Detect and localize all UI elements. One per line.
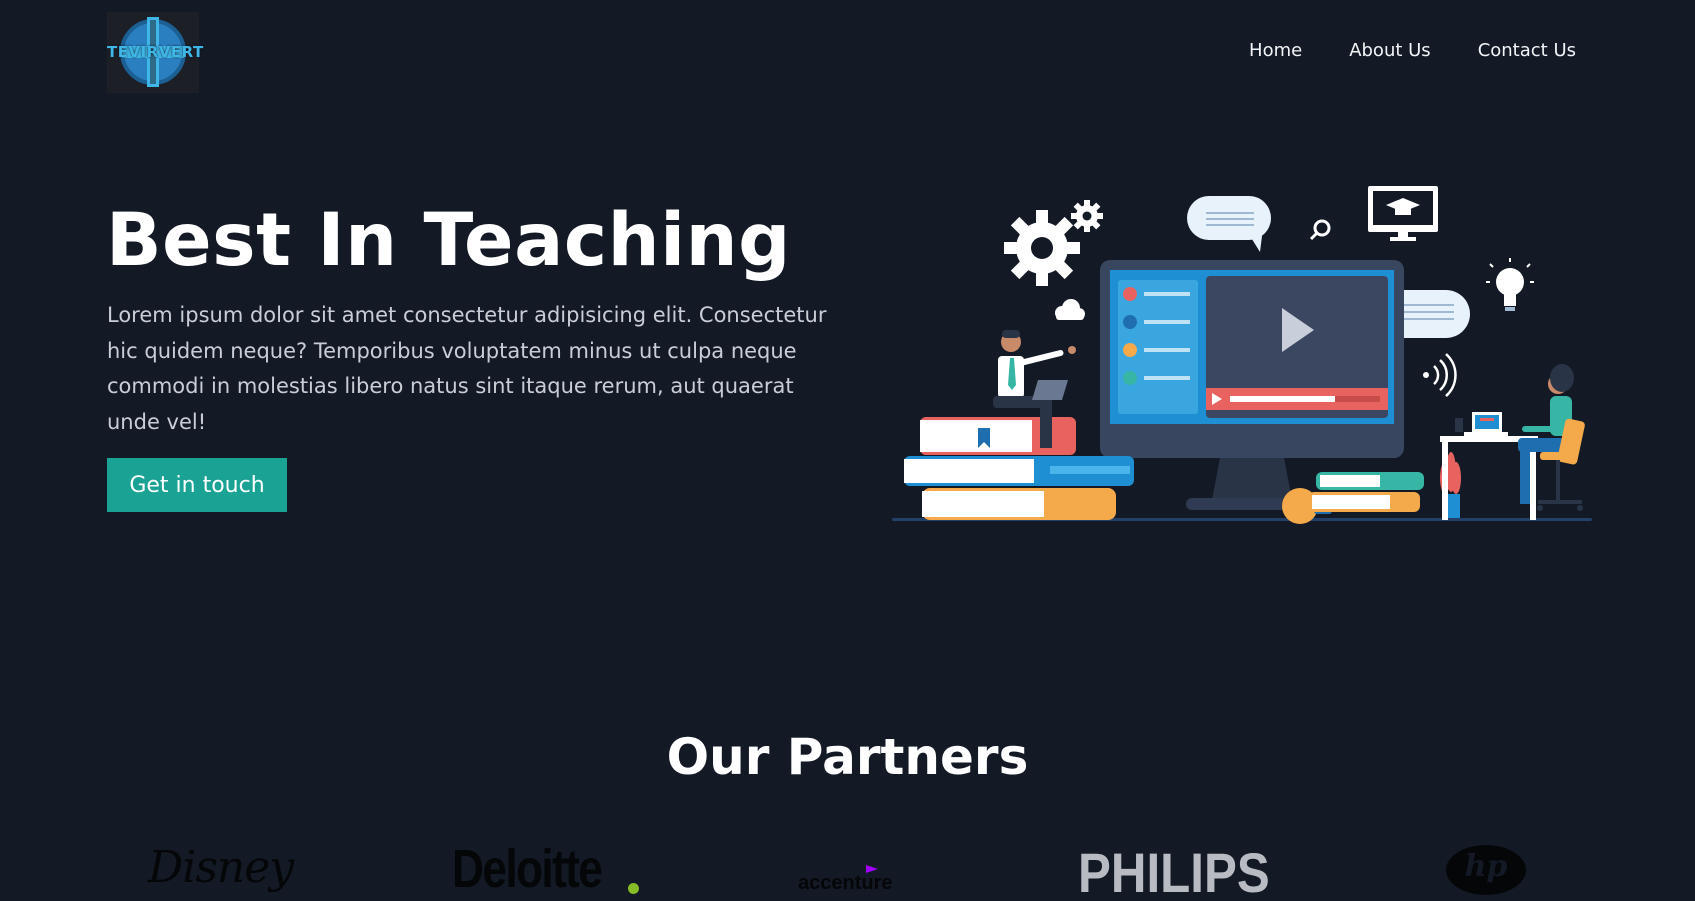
hp-logo-text: hp [1464,849,1508,884]
hero-title: Best In Teaching [106,198,791,283]
deloitte-dot-icon [628,883,639,894]
search-icon [1309,219,1331,241]
philips-logo: PHILIPS [1078,841,1270,901]
chat-bubble-icon [1187,196,1271,252]
cloud-icon [1055,299,1085,320]
partners-title: Our Partners [666,728,1029,786]
gear-large-icon [1004,210,1080,286]
small-book-stack [1308,472,1424,512]
accenture-logo: accenture [798,872,893,894]
landing-page: TEVIRVERT Home About Us Contact Us Best … [0,0,1695,901]
nav-about-link[interactable]: About Us [1349,40,1431,61]
logo-text: TEVIRVERT [107,43,204,61]
gear-small-icon [1071,200,1103,232]
wifi-signal-icon [1423,353,1457,397]
hp-logo: hp [1446,845,1526,895]
nav-home-link[interactable]: Home [1249,40,1302,61]
hero-description: Lorem ipsum dolor sit amet consectetur a… [107,303,827,434]
disney-logo: Disney [148,842,294,893]
book-stack [904,417,1134,520]
nav-contact-link[interactable]: Contact Us [1478,40,1576,61]
online-learning-illustration [892,186,1592,524]
graduation-monitor-icon [1368,186,1438,241]
deloitte-logo: Deloitte [452,839,603,899]
get-in-touch-button[interactable]: Get in touch [107,458,287,512]
woman-at-desk [1440,364,1585,520]
lightbulb-icon [1486,258,1534,311]
site-logo[interactable]: TEVIRVERT [107,12,204,93]
main-nav: Home About Us Contact Us [1249,40,1576,61]
